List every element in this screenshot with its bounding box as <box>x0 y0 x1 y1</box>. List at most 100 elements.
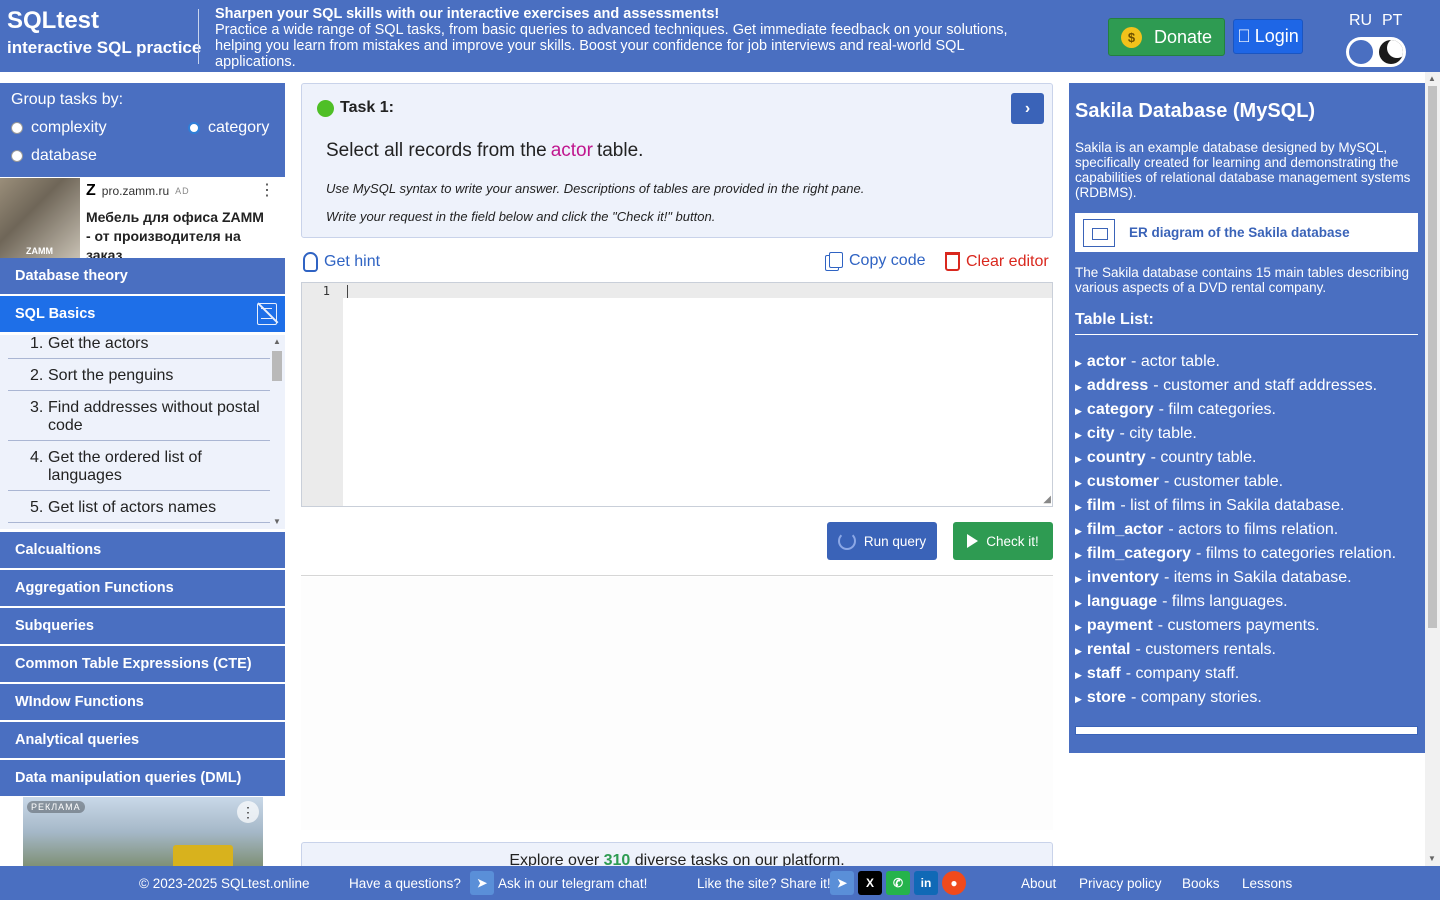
nav-calculations[interactable]: Calcualtions <box>0 532 285 568</box>
nav-aggregation-functions[interactable]: Aggregation Functions <box>0 570 285 606</box>
nav-cte[interactable]: Common Table Expressions (CTE) <box>0 646 285 682</box>
moon-icon <box>1379 40 1403 64</box>
nav-database-theory[interactable]: Database theory <box>0 258 285 294</box>
play-icon <box>967 534 979 548</box>
task-number: 1. <box>30 335 44 352</box>
check-it-button[interactable]: Check it! <box>953 522 1053 560</box>
tagline: Sharpen your SQL skills with our interac… <box>215 6 1045 70</box>
expand-triangle-icon: ▶ <box>1075 598 1082 608</box>
clear-editor-button[interactable]: Clear editor <box>945 252 1049 271</box>
nav-subqueries[interactable]: Subqueries <box>0 608 285 644</box>
telegram-share-icon[interactable]: ➤ <box>830 871 854 895</box>
table-item-store[interactable]: ▶ store - company stories. <box>1075 689 1262 707</box>
donate-button[interactable]: $ Donate <box>1108 18 1225 56</box>
ad-banner-top[interactable]: ZAMM Z pro.zamm.ru AD Мебель для офиса Z… <box>0 178 285 263</box>
hint-label: Get hint <box>324 253 381 270</box>
telegram-chat-link[interactable]: Ask in our telegram chat! <box>498 876 647 891</box>
telegram-icon[interactable]: ➤ <box>470 871 494 895</box>
site-title[interactable]: SQLtest <box>7 8 201 34</box>
radio-circle[interactable] <box>188 122 200 134</box>
share-text: Like the site? Share it! <box>697 876 831 891</box>
group-tasks-box: Group tasks by: complexity category data… <box>0 83 285 177</box>
nav-window-functions[interactable]: WIndow Functions <box>0 684 285 720</box>
radio-circle[interactable] <box>11 122 23 134</box>
radio-label: complexity <box>31 119 107 136</box>
x-icon[interactable]: X <box>858 871 882 895</box>
table-item-film-actor[interactable]: ▶ film_actor - actors to films relation. <box>1075 521 1338 539</box>
ad-menu-icon[interactable]: ⋮ <box>237 801 259 823</box>
footer-link-about[interactable]: About <box>1021 876 1056 891</box>
sql-editor[interactable]: 1 ◢ <box>301 282 1053 507</box>
er-diagram-link[interactable]: ER diagram of the Sakila database <box>1075 213 1418 252</box>
table-desc: - films to categories relation. <box>1195 545 1397 562</box>
scroll-up-icon[interactable]: ▲ <box>1428 74 1436 83</box>
task-item[interactable]: 5. Get list of actors names <box>8 499 270 523</box>
copy-code-button[interactable]: Copy code <box>825 252 926 271</box>
table-desc: - items in Sakila database. <box>1163 569 1352 586</box>
lang-pt-link[interactable]: PT <box>1382 12 1402 30</box>
header-divider <box>198 9 199 64</box>
table-item-category[interactable]: ▶ category - film categories. <box>1075 401 1276 419</box>
table-item-film-category[interactable]: ▶ film_category - films to categories rela… <box>1075 545 1396 563</box>
resize-handle-icon[interactable]: ◢ <box>1043 494 1051 505</box>
whatsapp-icon[interactable]: ✆ <box>886 871 910 895</box>
nav-sql-basics[interactable]: SQL Basics <box>0 296 285 332</box>
reddit-icon[interactable]: ● <box>942 871 966 895</box>
table-item-actor[interactable]: ▶ actor - actor table. <box>1075 353 1220 371</box>
task-label: Sort the penguins <box>48 367 174 384</box>
expand-triangle-icon: ▶ <box>1075 670 1082 680</box>
table-item-staff[interactable]: ▶ staff - company staff. <box>1075 665 1239 683</box>
nav-dml[interactable]: Data manipulation queries (DML) <box>0 760 285 796</box>
theme-toggle[interactable] <box>1346 37 1406 67</box>
task-item[interactable]: 2. Sort the penguins <box>8 367 270 391</box>
footer-link-lessons[interactable]: Lessons <box>1242 876 1292 891</box>
scroll-up-icon[interactable]: ▲ <box>273 337 281 346</box>
radio-complexity[interactable]: complexity <box>11 119 107 137</box>
table-item-address[interactable]: ▶ address - customer and staff addresses. <box>1075 377 1377 395</box>
table-name: city <box>1086 425 1115 442</box>
table-item-inventory[interactable]: ▶ inventory - items in Sakila database. <box>1075 569 1352 587</box>
table-item-city[interactable]: ▶ city - city table. <box>1075 425 1197 443</box>
radio-database[interactable]: database <box>11 147 97 165</box>
donate-label: Donate <box>1154 26 1213 47</box>
lang-ru-link[interactable]: RU <box>1349 12 1372 30</box>
next-task-button[interactable]: › <box>1011 93 1044 124</box>
page-scroll-thumb[interactable] <box>1428 86 1437 628</box>
task-item[interactable]: 1. Get the actors <box>8 335 270 359</box>
login-button[interactable]:  Login <box>1233 19 1303 54</box>
page-scrollbar[interactable]: ▲ ▼ <box>1425 72 1440 866</box>
ad-logo: Z <box>86 182 96 199</box>
brand[interactable]: SQLtest interactive SQL practice <box>7 8 201 58</box>
task-note-syntax: Use MySQL syntax to write your answer. D… <box>326 181 865 196</box>
scroll-thumb[interactable] <box>272 351 282 381</box>
table-item-payment[interactable]: ▶ payment - customers payments. <box>1075 617 1320 635</box>
table-item-language[interactable]: ▶ language - films languages. <box>1075 593 1288 611</box>
get-hint-button[interactable]: Get hint <box>303 252 380 272</box>
nav-analytical-queries[interactable]: Analytical queries <box>0 722 285 758</box>
table-desc: - city table. <box>1119 425 1197 442</box>
linkedin-icon[interactable]: in <box>914 871 938 895</box>
hide-document-icon[interactable] <box>257 303 277 325</box>
radio-category[interactable]: category <box>188 119 269 137</box>
ad-menu-icon[interactable]: ⋮ <box>259 180 275 200</box>
task-list-scrollbar[interactable]: ▲ ▼ <box>270 335 284 529</box>
task-item[interactable]: 4. Get the ordered list of languages <box>8 449 270 491</box>
run-query-button[interactable]: Run query <box>827 522 937 560</box>
table-item-country[interactable]: ▶ country - country table. <box>1075 449 1256 467</box>
footer-link-books[interactable]: Books <box>1182 876 1220 891</box>
footer-link-privacy[interactable]: Privacy policy <box>1079 876 1162 891</box>
table-item-film[interactable]: ▶ film - list of films in Sakila database. <box>1075 497 1344 515</box>
ad-banner-bottom[interactable]: РЕКЛАМА ⋮ <box>23 797 263 867</box>
active-line[interactable] <box>343 283 1052 298</box>
table-item-customer[interactable]: ▶ customer - customer table. <box>1075 473 1283 491</box>
table-item-rental[interactable]: ▶ rental - customers rentals. <box>1075 641 1276 659</box>
task-item[interactable]: 3. Find addresses without postal code <box>8 399 270 441</box>
task-card: Task 1: › Select all records from the act… <box>301 83 1053 238</box>
scroll-down-icon[interactable]: ▼ <box>1428 854 1436 863</box>
nav-label: Data manipulation queries (DML) <box>15 770 242 786</box>
expand-triangle-icon: ▶ <box>1075 406 1082 416</box>
ad-tag: РЕКЛАМА <box>27 801 85 813</box>
editor-gutter: 1 <box>302 283 343 506</box>
scroll-down-icon[interactable]: ▼ <box>273 517 281 526</box>
radio-circle[interactable] <box>11 150 23 162</box>
